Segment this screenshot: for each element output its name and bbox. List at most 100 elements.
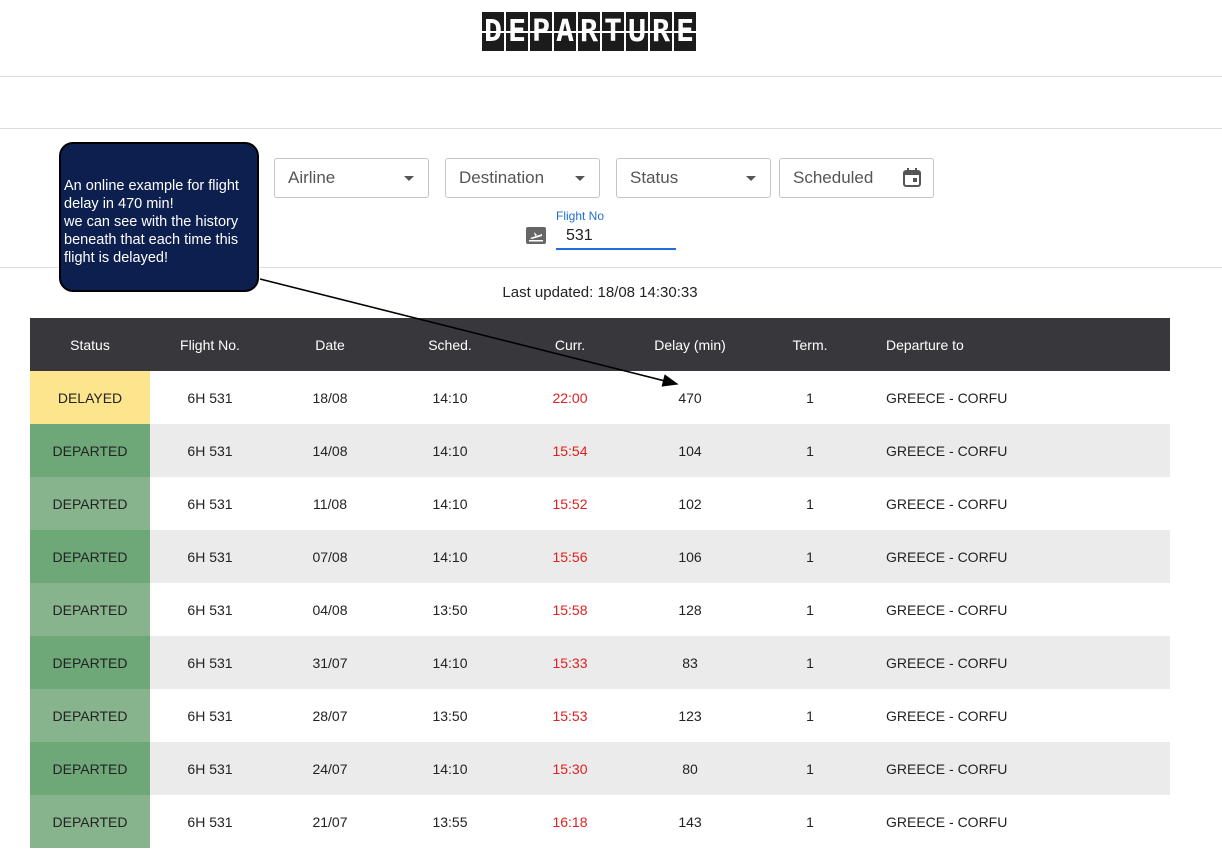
term-cell: 1 (750, 636, 870, 689)
table-row[interactable]: DEPARTED 6H 531 21/07 13:55 16:18 143 1 … (30, 795, 1170, 848)
table-row[interactable]: DEPARTED 6H 531 28/07 13:50 15:53 123 1 … (30, 689, 1170, 742)
curr-cell: 15:54 (510, 424, 630, 477)
flight-no-cell: 6H 531 (150, 424, 270, 477)
delay-cell: 83 (630, 636, 750, 689)
flight-no-cell: 6H 531 (150, 689, 270, 742)
sched-cell: 14:10 (390, 424, 510, 477)
destination-cell: GREECE - CORFU (870, 371, 1170, 424)
table-row[interactable]: DEPARTED 6H 531 31/07 14:10 15:33 83 1 G… (30, 636, 1170, 689)
destination-cell: GREECE - CORFU (870, 742, 1170, 795)
flight-takeoff-icon (526, 227, 546, 244)
logo-letter: D (482, 12, 504, 51)
airline-select-label: Airline (288, 168, 336, 187)
status-badge: DEPARTED (30, 742, 150, 795)
term-cell: 1 (750, 530, 870, 583)
callout-line: An online example for flight delay in 47… (64, 178, 239, 212)
column-header-sched[interactable]: Sched. (390, 318, 510, 371)
logo-letter: T (602, 12, 624, 51)
table-header-row: Status Flight No. Date Sched. Curr. Dela… (30, 318, 1170, 371)
scheduled-date-picker[interactable]: Scheduled (779, 158, 934, 198)
table-row[interactable]: DEPARTED 6H 531 11/08 14:10 15:52 102 1 … (30, 477, 1170, 530)
column-header-term[interactable]: Term. (750, 318, 870, 371)
status-badge: DEPARTED (30, 530, 150, 583)
column-header-curr[interactable]: Curr. (510, 318, 630, 371)
flight-no-cell: 6H 531 (150, 583, 270, 636)
sched-cell: 14:10 (390, 636, 510, 689)
callout-line: we can see with the history beneath that… (64, 214, 239, 266)
date-cell: 31/07 (270, 636, 390, 689)
departure-logo: D E P A R T U R E (482, 12, 696, 51)
date-cell: 21/07 (270, 795, 390, 848)
destination-cell: GREECE - CORFU (870, 530, 1170, 583)
chevron-down-icon (404, 176, 414, 181)
sched-cell: 14:10 (390, 477, 510, 530)
logo-letter: P (530, 12, 552, 51)
status-badge: DELAYED (30, 371, 150, 424)
logo-letter: A (554, 12, 576, 51)
curr-cell: 15:30 (510, 742, 630, 795)
table-row[interactable]: DEPARTED 6H 531 24/07 14:10 15:30 80 1 G… (30, 742, 1170, 795)
sched-cell: 13:55 (390, 795, 510, 848)
term-cell: 1 (750, 477, 870, 530)
flight-no-cell: 6H 531 (150, 795, 270, 848)
sched-cell: 13:50 (390, 689, 510, 742)
logo-letter: R (578, 12, 600, 51)
column-header-status[interactable]: Status (30, 318, 150, 371)
column-header-departure-to[interactable]: Departure to (870, 318, 1170, 371)
table-row[interactable]: DEPARTED 6H 531 07/08 14:10 15:56 106 1 … (30, 530, 1170, 583)
status-badge: DEPARTED (30, 424, 150, 477)
status-select[interactable]: Status (616, 158, 771, 198)
destination-cell: GREECE - CORFU (870, 689, 1170, 742)
status-badge: DEPARTED (30, 795, 150, 848)
term-cell: 1 (750, 795, 870, 848)
chevron-down-icon (746, 176, 756, 181)
destination-cell: GREECE - CORFU (870, 583, 1170, 636)
delay-cell: 102 (630, 477, 750, 530)
curr-cell: 15:52 (510, 477, 630, 530)
sched-cell: 14:10 (390, 371, 510, 424)
flight-no-cell: 6H 531 (150, 477, 270, 530)
curr-cell: 15:33 (510, 636, 630, 689)
destination-cell: GREECE - CORFU (870, 636, 1170, 689)
term-cell: 1 (750, 742, 870, 795)
logo-letter: E (506, 12, 528, 51)
date-cell: 28/07 (270, 689, 390, 742)
date-cell: 04/08 (270, 583, 390, 636)
curr-cell: 15:58 (510, 583, 630, 636)
destination-cell: GREECE - CORFU (870, 424, 1170, 477)
destination-select[interactable]: Destination (445, 158, 600, 198)
date-cell: 24/07 (270, 742, 390, 795)
flight-no-cell: 6H 531 (150, 371, 270, 424)
flight-no-input[interactable] (556, 224, 676, 250)
status-badge: DEPARTED (30, 477, 150, 530)
column-header-date[interactable]: Date (270, 318, 390, 371)
date-cell: 07/08 (270, 530, 390, 583)
date-cell: 11/08 (270, 477, 390, 530)
term-cell: 1 (750, 424, 870, 477)
logo-letter: E (674, 12, 696, 51)
term-cell: 1 (750, 583, 870, 636)
table-row[interactable]: DEPARTED 6H 531 14/08 14:10 15:54 104 1 … (30, 424, 1170, 477)
column-header-flight-no[interactable]: Flight No. (150, 318, 270, 371)
curr-cell: 15:56 (510, 530, 630, 583)
destination-cell: GREECE - CORFU (870, 477, 1170, 530)
table-row[interactable]: DEPARTED 6H 531 04/08 13:50 15:58 128 1 … (30, 583, 1170, 636)
destination-select-label: Destination (459, 168, 545, 187)
date-cell: 18/08 (270, 371, 390, 424)
column-header-delay[interactable]: Delay (min) (630, 318, 750, 371)
curr-cell: 16:18 (510, 795, 630, 848)
status-select-label: Status (630, 168, 679, 187)
flight-no-label: Flight No (556, 209, 605, 223)
scheduled-date-label: Scheduled (793, 168, 874, 187)
divider (0, 128, 1222, 129)
delay-cell: 143 (630, 795, 750, 848)
delay-cell: 104 (630, 424, 750, 477)
date-cell: 14/08 (270, 424, 390, 477)
flight-no-cell: 6H 531 (150, 742, 270, 795)
delay-cell: 106 (630, 530, 750, 583)
table-row[interactable]: DELAYED 6H 531 18/08 14:10 22:00 470 1 G… (30, 371, 1170, 424)
calendar-icon[interactable] (903, 168, 921, 187)
delay-cell: 470 (630, 371, 750, 424)
delay-cell: 123 (630, 689, 750, 742)
airline-select[interactable]: Airline (274, 158, 429, 198)
